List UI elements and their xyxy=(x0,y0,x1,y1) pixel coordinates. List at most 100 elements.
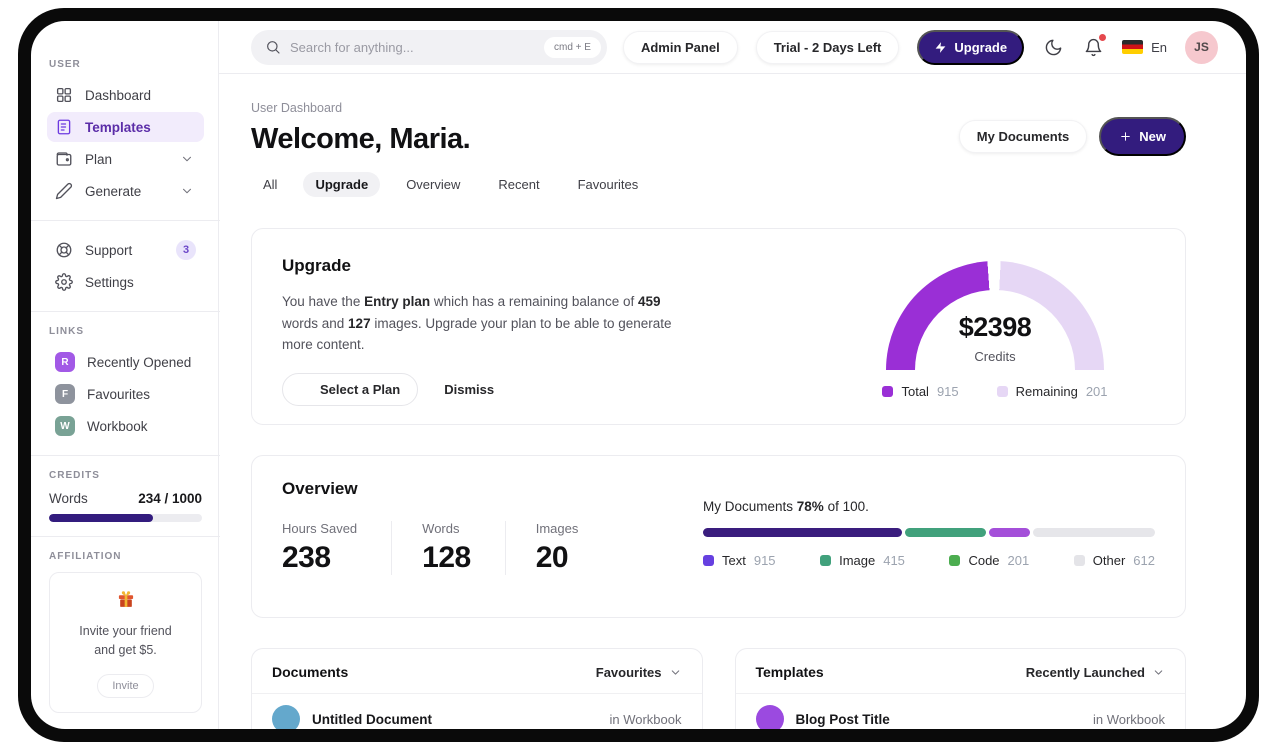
gift-icon xyxy=(118,591,133,607)
templates-icon xyxy=(57,119,71,135)
sidebar-divider xyxy=(31,536,220,537)
search-input[interactable]: Search for anything... cmd + E xyxy=(251,29,607,65)
legend-total-swatch xyxy=(882,386,894,397)
tab-all[interactable]: All xyxy=(251,172,289,197)
language-label: En xyxy=(1151,39,1167,55)
page-title: Welcome, Maria. xyxy=(251,123,471,155)
credits-gauge-value: $2398 xyxy=(958,312,1032,342)
dark-mode-toggle[interactable] xyxy=(1042,36,1064,58)
legend-image-swatch xyxy=(820,555,832,566)
language-selector[interactable]: En xyxy=(1122,40,1167,55)
sidebar-section-links: Links xyxy=(49,326,84,337)
dashboard-icon xyxy=(56,87,72,103)
sidebar-divider xyxy=(31,311,220,312)
sidebar-section-user: User xyxy=(49,59,81,70)
legend-text: Text 915 xyxy=(703,553,776,568)
tab-favourites[interactable]: Favourites xyxy=(566,172,651,197)
chevron-down-icon xyxy=(671,669,679,675)
sidebar-item-label: Generate xyxy=(85,183,142,199)
sidebar-item-workbook[interactable]: W Workbook xyxy=(47,411,204,441)
sidebar-divider xyxy=(31,455,220,456)
documents-progress-bar xyxy=(703,528,1155,537)
sidebar-item-label: Support xyxy=(85,242,133,258)
legend-remaining-swatch xyxy=(996,386,1008,397)
stat-words: Words 128 xyxy=(391,521,505,575)
document-title: Untitled Document xyxy=(312,711,432,727)
upgrade-button[interactable]: Upgrade xyxy=(917,29,1025,65)
sidebar: User Dashboard Templates Plan Generate S… xyxy=(31,21,220,729)
sidebar-item-settings[interactable]: Settings xyxy=(47,267,204,297)
tab-upgrade[interactable]: Upgrade xyxy=(303,172,381,197)
document-list-item[interactable]: Untitled Document in Workbook xyxy=(252,693,702,729)
sidebar-item-generate[interactable]: Generate xyxy=(47,176,204,206)
overview-stats: Hours Saved 238 Words 128 Images 20 xyxy=(282,521,612,575)
dismiss-button[interactable]: Dismiss xyxy=(444,382,494,397)
stat-images: Images 20 xyxy=(504,521,613,575)
templates-card: Templates Recently Launched Blog Post Ti… xyxy=(734,648,1186,729)
tab-overview[interactable]: Overview xyxy=(394,172,472,197)
trial-status-badge[interactable]: Trial - 2 Days Left xyxy=(755,30,900,64)
app-window: User Dashboard Templates Plan Generate S… xyxy=(31,21,1246,729)
lifebuoy-icon xyxy=(56,242,72,258)
words-progress-fill xyxy=(49,514,154,522)
plus-icon xyxy=(1121,132,1131,141)
overview-card: Overview Hours Saved 238 Words 128 Image… xyxy=(251,455,1186,618)
template-location: in Workbook xyxy=(1092,711,1165,727)
main-area: Search for anything... cmd + E Admin Pan… xyxy=(219,21,1246,729)
document-location: in Workbook xyxy=(609,711,682,727)
sidebar-item-label: Templates xyxy=(85,119,151,135)
new-button[interactable]: New xyxy=(1099,117,1186,156)
template-title: Blog Post Title xyxy=(795,711,890,727)
documents-filter-dropdown[interactable]: Favourites xyxy=(596,665,682,680)
sidebar-item-favourites[interactable]: F Favourites xyxy=(47,379,204,409)
bottom-lists: Documents Favourites Untitled Document i… xyxy=(251,648,1186,729)
admin-panel-button[interactable]: Admin Panel xyxy=(622,30,738,64)
zap-icon xyxy=(935,41,946,53)
sidebar-item-support[interactable]: Support 3 xyxy=(47,235,204,265)
templates-card-title: Templates xyxy=(755,664,824,680)
select-plan-button[interactable]: Select a Plan xyxy=(282,372,419,406)
legend-remaining: Remaining 201 xyxy=(996,384,1108,399)
bar-segment xyxy=(989,528,1030,537)
breadcrumb: User Dashboard xyxy=(251,101,343,115)
invite-button[interactable]: Invite xyxy=(97,673,154,698)
wallet-icon xyxy=(56,152,72,166)
sidebar-item-label: Plan xyxy=(85,151,113,167)
documents-card-title: Documents xyxy=(272,664,349,680)
document-avatar xyxy=(272,705,300,729)
tab-recent[interactable]: Recent xyxy=(486,172,551,197)
content-area: User Dashboard Welcome, Maria. My Docume… xyxy=(219,74,1246,729)
sidebar-item-label: Recently Opened xyxy=(87,354,192,370)
sidebar-item-plan[interactable]: Plan xyxy=(47,144,204,174)
user-avatar[interactable]: JS xyxy=(1185,30,1218,64)
templates-filter-dropdown[interactable]: Recently Launched xyxy=(1026,665,1165,680)
affiliation-card: Invite your friend and get $5. Invite xyxy=(49,572,202,713)
notifications-button[interactable] xyxy=(1082,34,1107,58)
documents-usage-legend: Text 915 Image 415 Code 201 Other 612 xyxy=(703,553,1155,568)
credits-words-value: 234 / 1000 xyxy=(138,491,202,506)
chevron-down-icon xyxy=(1154,669,1163,675)
my-documents-button[interactable]: My Documents xyxy=(958,120,1088,153)
sidebar-item-templates[interactable]: Templates xyxy=(47,112,204,142)
sidebar-item-label: Workbook xyxy=(87,418,148,434)
topbar: Search for anything... cmd + E Admin Pan… xyxy=(219,21,1246,74)
moon-icon xyxy=(1045,39,1061,55)
search-icon xyxy=(267,41,280,54)
sidebar-divider xyxy=(31,220,220,221)
documents-card: Documents Favourites Untitled Document i… xyxy=(251,648,703,729)
tabs: All Upgrade Overview Recent Favourites xyxy=(251,172,1186,197)
upgrade-card-body: You have the Entry plan which has a rema… xyxy=(282,294,672,353)
pencil-icon xyxy=(55,182,73,200)
credits-gauge: $2398 Credits Total 915 Remaining 201 xyxy=(865,256,1125,424)
link-badge-r: R xyxy=(55,352,75,372)
template-list-item[interactable]: Blog Post Title in Workbook xyxy=(735,693,1185,729)
sidebar-item-dashboard[interactable]: Dashboard xyxy=(47,80,204,110)
credits-words-label: Words xyxy=(49,491,88,506)
link-badge-f: F xyxy=(55,384,75,404)
sidebar-item-recently-opened[interactable]: R Recently Opened xyxy=(47,347,204,377)
documents-usage-chart: My Documents 78% of 100. Text 915 Image … xyxy=(703,479,1155,617)
device-frame: User Dashboard Templates Plan Generate S… xyxy=(18,8,1259,742)
search-shortcut-badge: cmd + E xyxy=(543,36,601,58)
upgrade-card: Upgrade You have the Entry plan which ha… xyxy=(251,228,1186,425)
legend-text-swatch xyxy=(703,555,714,566)
